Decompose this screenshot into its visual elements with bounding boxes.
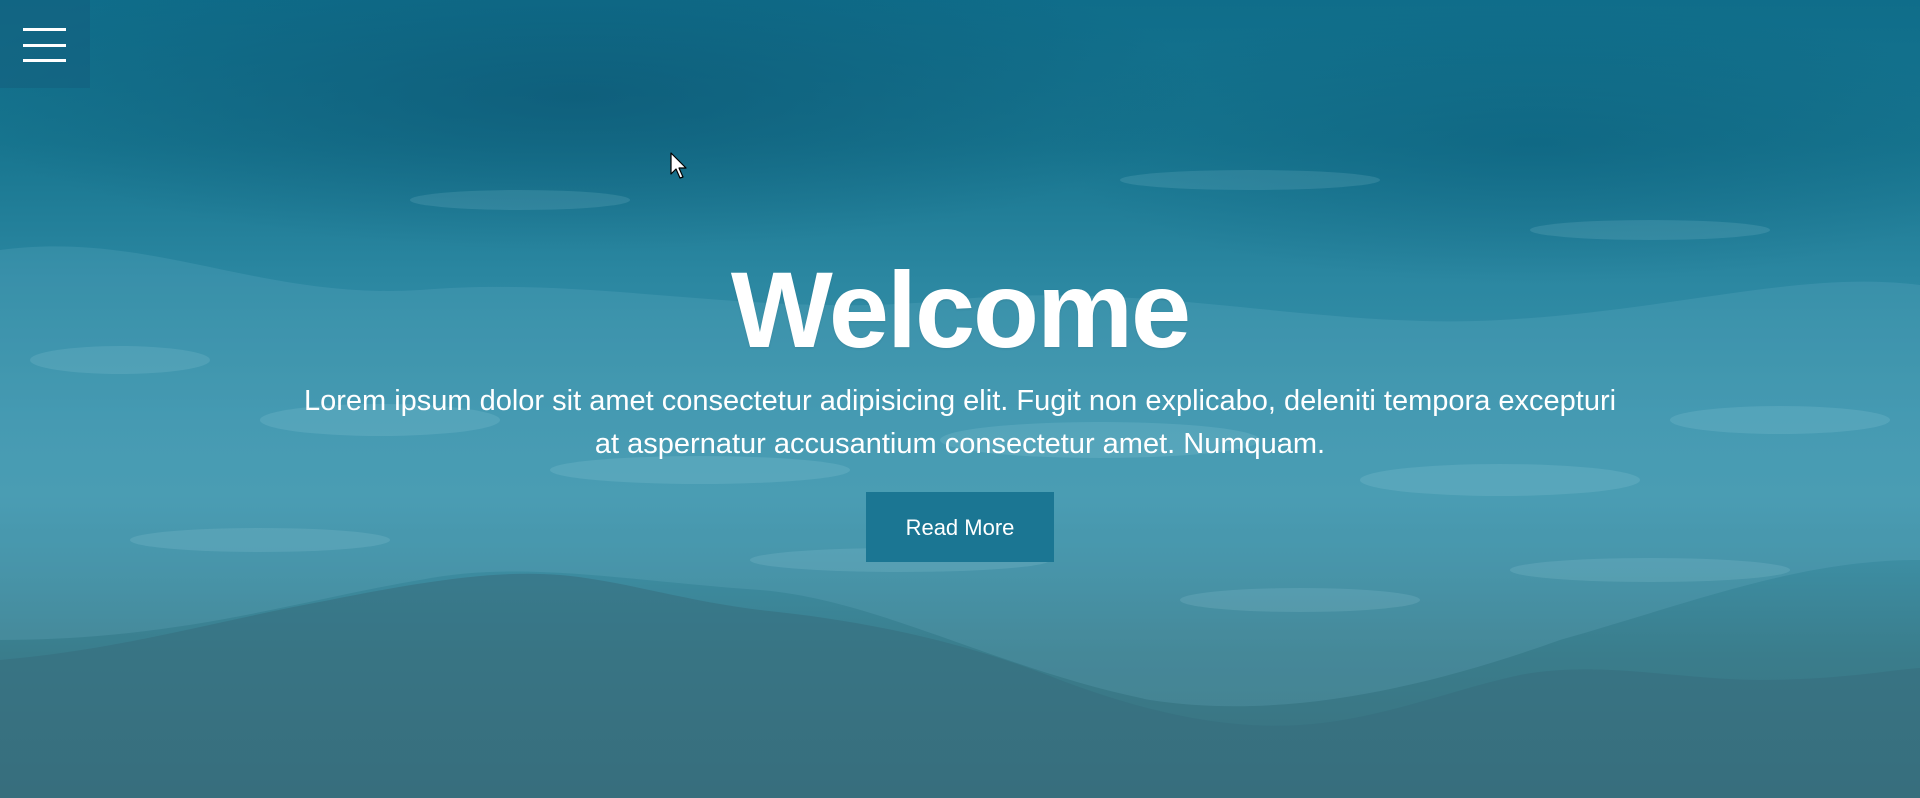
- read-more-button[interactable]: Read More: [866, 492, 1054, 562]
- hero-section: Welcome Lorem ipsum dolor sit amet conse…: [0, 0, 1920, 798]
- hero-description: Lorem ipsum dolor sit amet consectetur a…: [303, 385, 1617, 460]
- hero-title: Welcome: [730, 249, 1191, 370]
- hamburger-menu-icon: [23, 28, 66, 31]
- hamburger-menu-icon-bar: [23, 44, 66, 47]
- hero-content: Welcome Lorem ipsum dolor sit amet conse…: [0, 250, 1920, 562]
- mouse-pointer-icon: [670, 152, 687, 179]
- menu-button[interactable]: [0, 0, 90, 88]
- hamburger-menu-icon-bar: [23, 59, 66, 62]
